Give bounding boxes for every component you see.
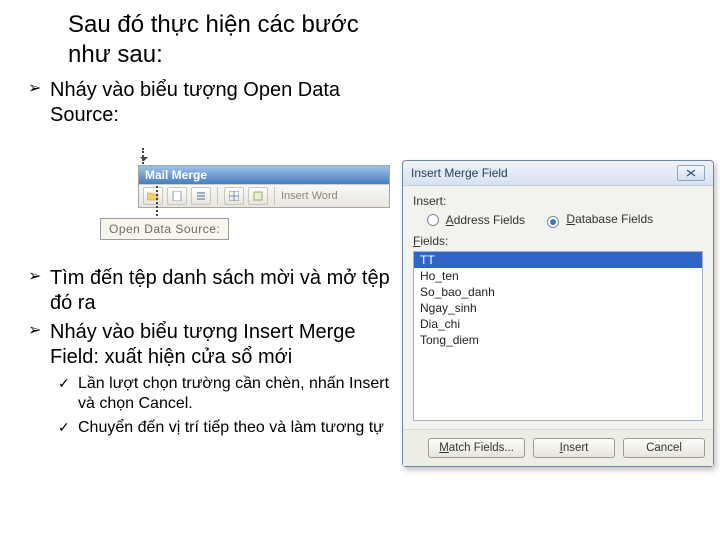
separator	[274, 187, 275, 205]
radio-icon	[547, 216, 559, 228]
bullet-list-top: ➢ Nháy vào biểu tượng Open Data Source:	[28, 78, 398, 132]
dialog-title: Insert Merge Field	[411, 166, 508, 180]
cancel-button[interactable]: Cancel	[623, 438, 705, 458]
close-button[interactable]	[677, 165, 705, 181]
toolbar-text: Insert Word	[281, 190, 338, 202]
toolbar-button[interactable]	[224, 187, 244, 205]
bullet-text: Nháy vào biểu tượng Insert Merge Field: …	[50, 320, 400, 370]
fields-listbox[interactable]: TT Ho_ten So_bao_danh Ngay_sinh Dia_chi …	[413, 251, 703, 421]
dialog-body: Insert: Address Fields Database Fields F…	[403, 186, 713, 429]
field-icon	[253, 191, 263, 201]
match-fields-button[interactable]: Match Fields...	[428, 438, 525, 458]
radio-database-fields[interactable]: Database Fields	[547, 212, 653, 228]
list-item[interactable]: Ho_ten	[414, 268, 702, 284]
mail-merge-toolbar: Mail Merge Insert Word	[138, 165, 390, 208]
bullet-item: ➢ Nháy vào biểu tượng Insert Merge Field…	[28, 320, 400, 370]
pointer-arrow-icon	[142, 148, 144, 164]
list-item[interactable]: Dia_chi	[414, 316, 702, 332]
list-item[interactable]: So_bao_danh	[414, 284, 702, 300]
bullet-text: Nháy vào biểu tượng Open Data Source:	[50, 78, 398, 128]
toolbar-row: Insert Word	[139, 184, 389, 207]
arrow-icon: ➢	[28, 266, 50, 316]
list-item[interactable]: Ngay_sinh	[414, 300, 702, 316]
sub-bullet-item: ✓ Chuyển đến vị trí tiếp theo và làm tươ…	[58, 418, 400, 438]
page-icon	[172, 191, 182, 201]
toolbar-button[interactable]	[248, 187, 268, 205]
radio-address-fields[interactable]: Address Fields	[427, 213, 525, 227]
open-data-source-button[interactable]	[143, 187, 163, 205]
bullet-text: Tìm đến tệp danh sách mời và mở tệp đó r…	[50, 266, 400, 316]
list-item[interactable]: TT	[414, 252, 702, 268]
sub-bullet-text: Lần lượt chọn trường cần chèn, nhấn Inse…	[78, 374, 400, 414]
arrow-icon: ➢	[28, 78, 50, 128]
separator	[217, 187, 218, 205]
toolbar-button[interactable]	[167, 187, 187, 205]
pointer-dashline	[156, 186, 158, 220]
sub-bullet-text: Chuyển đến vị trí tiếp theo và làm tương…	[78, 418, 400, 438]
dialog-titlebar: Insert Merge Field	[403, 161, 713, 186]
list-item[interactable]: Tong_diem	[414, 332, 702, 348]
sub-bullet-item: ✓ Lần lượt chọn trường cần chèn, nhấn In…	[58, 374, 400, 414]
insert-merge-field-dialog: Insert Merge Field Insert: Address Field…	[402, 160, 714, 467]
radio-icon	[427, 214, 439, 226]
arrow-icon: ➢	[28, 320, 50, 370]
check-icon: ✓	[58, 374, 78, 414]
close-icon	[686, 169, 696, 177]
toolbar-button[interactable]	[191, 187, 211, 205]
page-title: Sau đó thực hiện các bước như sau:	[68, 10, 398, 70]
fields-label: Fields:	[413, 234, 703, 248]
toolbar-tooltip: Open Data Source:	[100, 218, 229, 240]
insert-button[interactable]: Insert	[533, 438, 615, 458]
dialog-button-row: Match Fields... Insert Cancel	[403, 429, 713, 466]
toolbar-title: Mail Merge	[139, 166, 389, 184]
list-icon	[196, 191, 206, 201]
bullet-list-lower: ➢ Tìm đến tệp danh sách mời và mở tệp đó…	[28, 266, 400, 442]
bullet-item: ➢ Nháy vào biểu tượng Open Data Source:	[28, 78, 398, 128]
bullet-item: ➢ Tìm đến tệp danh sách mời và mở tệp đó…	[28, 266, 400, 316]
table-icon	[229, 191, 239, 201]
insert-label: Insert:	[413, 194, 703, 208]
check-icon: ✓	[58, 418, 78, 438]
